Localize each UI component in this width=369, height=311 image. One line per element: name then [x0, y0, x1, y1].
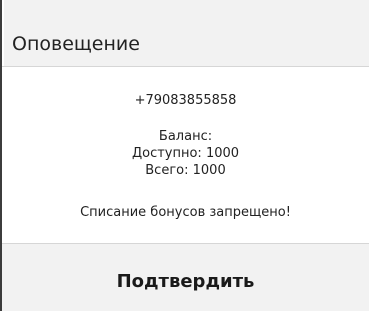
- total-balance: Всего: 1000: [145, 163, 226, 178]
- confirm-button[interactable]: Подтвердить: [2, 244, 369, 311]
- confirm-button-label: Подтвердить: [116, 271, 255, 292]
- dialog-body: +79083855858 Баланс: Доступно: 1000 Всег…: [2, 67, 369, 242]
- dialog-title: Оповещение: [12, 33, 140, 55]
- balance-label: Баланс:: [158, 129, 213, 144]
- bonus-message: Списание бонусов запрещено!: [80, 205, 291, 220]
- phone-number: +79083855858: [134, 93, 237, 108]
- dialog-header: Оповещение: [4, 0, 369, 66]
- available-balance: Доступно: 1000: [131, 146, 240, 161]
- alert-dialog: Оповещение +79083855858 Баланс: Доступно…: [0, 0, 369, 311]
